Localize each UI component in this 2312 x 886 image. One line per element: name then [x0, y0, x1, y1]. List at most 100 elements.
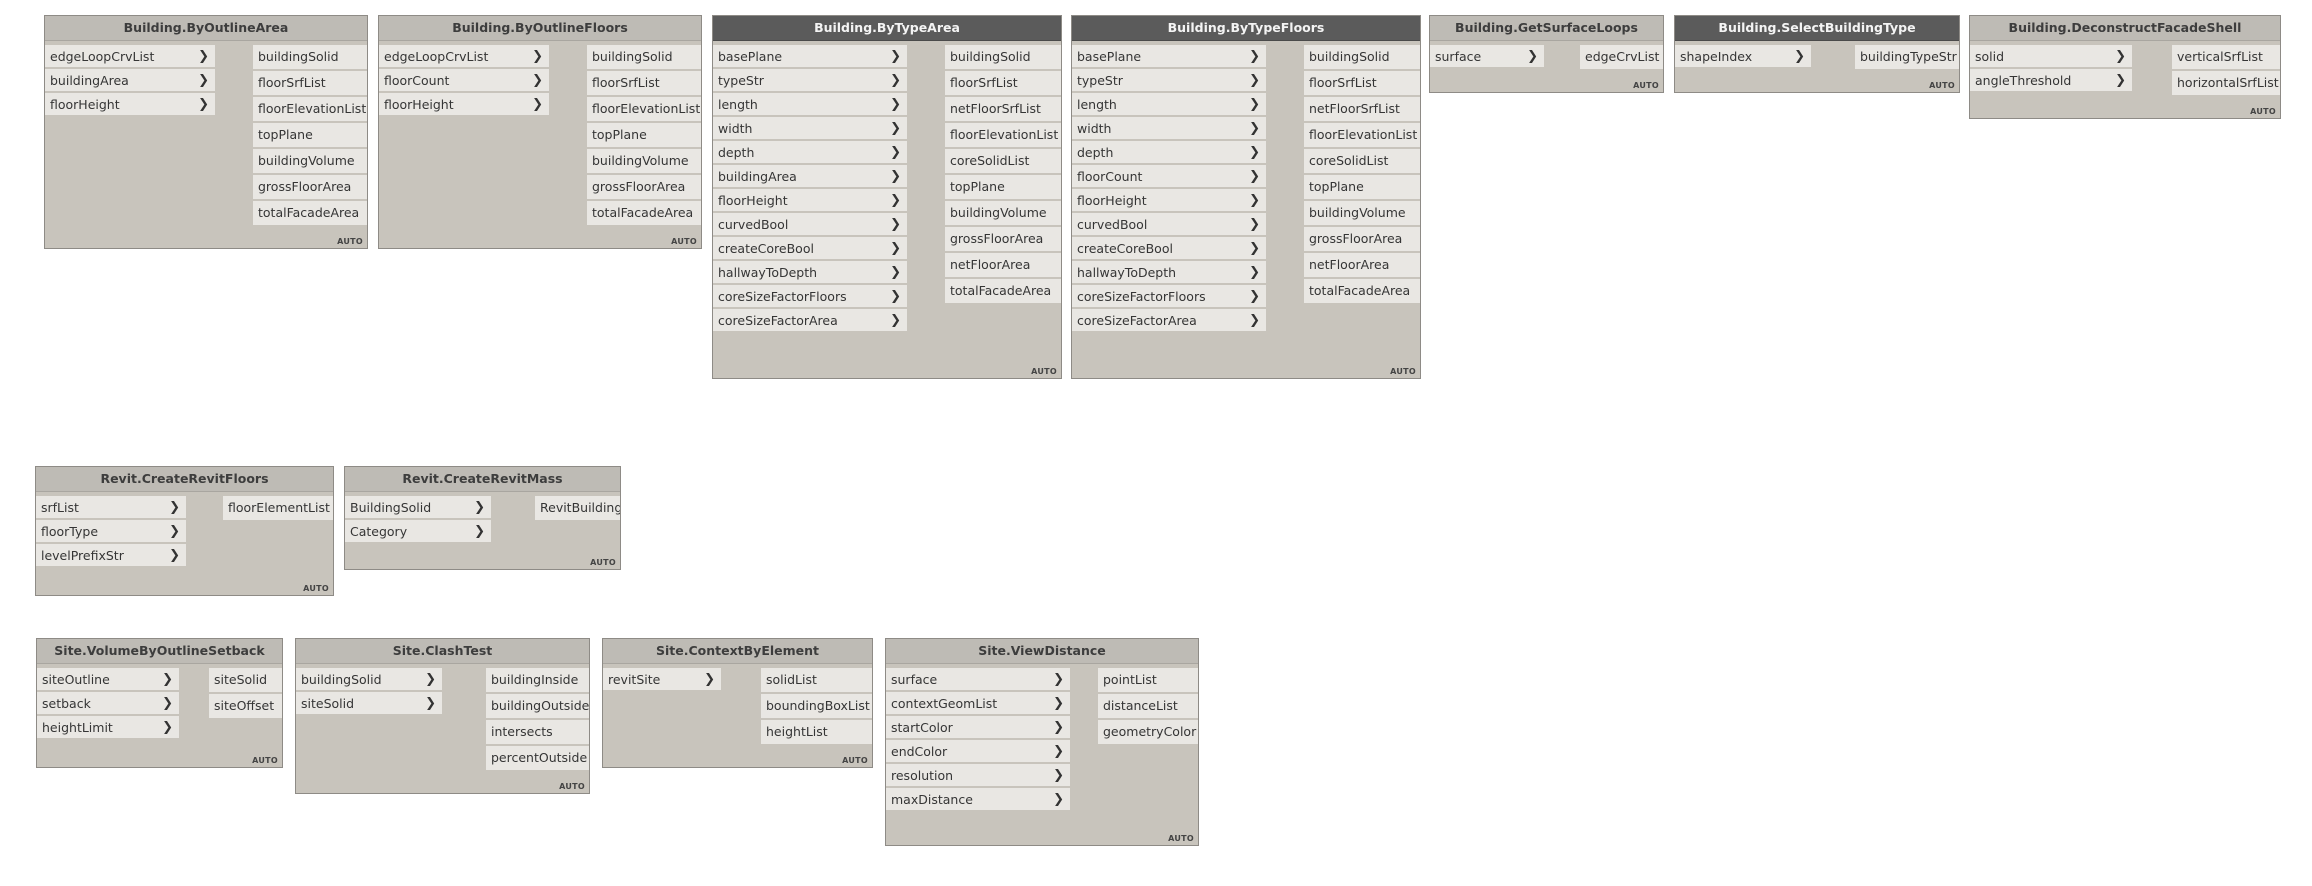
lacing-auto-label[interactable]: AUTO	[1929, 81, 1955, 90]
output-port-core-solid-list[interactable]: coreSolidList	[1304, 149, 1420, 175]
output-port-gross-floor-area[interactable]: grossFloorArea	[587, 175, 701, 201]
input-port-category[interactable]: Category ❯	[345, 520, 491, 544]
input-port-edge-loop-crv-list[interactable]: edgeLoopCrvList ❯	[379, 45, 549, 69]
input-port-building-area[interactable]: buildingArea ❯	[45, 69, 215, 93]
lacing-auto-label[interactable]: AUTO	[1031, 367, 1057, 376]
output-port-building-outside[interactable]: buildingOutside	[486, 694, 589, 720]
output-port-building-volume[interactable]: buildingVolume	[587, 149, 701, 175]
input-port-site-solid[interactable]: siteSolid ❯	[296, 692, 442, 716]
input-port-setback[interactable]: setback ❯	[37, 692, 179, 716]
input-port-surface[interactable]: surface ❯	[1430, 45, 1544, 69]
output-port-floor-srf-list[interactable]: floorSrfList	[1304, 71, 1420, 97]
output-port-floor-elevation-list[interactable]: floorElevationList	[253, 97, 367, 123]
output-port-gross-floor-area[interactable]: grossFloorArea	[1304, 227, 1420, 253]
lacing-auto-label[interactable]: AUTO	[2250, 107, 2276, 116]
output-port-solid-list[interactable]: solidList	[761, 668, 872, 694]
output-port-intersects[interactable]: intersects	[486, 720, 589, 746]
output-port-top-plane[interactable]: topPlane	[1304, 175, 1420, 201]
node-title[interactable]: Building.GetSurfaceLoops	[1430, 16, 1663, 41]
output-port-floor-elevation-list[interactable]: floorElevationList	[587, 97, 701, 123]
graph-canvas[interactable]: Building.ByOutlineArea edgeLoopCrvList ❯ bu…	[0, 0, 2312, 886]
input-port-length[interactable]: length ❯	[713, 93, 907, 117]
output-port-total-facade-area[interactable]: totalFacadeArea	[1304, 279, 1420, 305]
input-port-width[interactable]: width ❯	[713, 117, 907, 141]
input-port-floor-type[interactable]: floorType ❯	[36, 520, 186, 544]
output-port-horizontal-srf-list[interactable]: horizontalSrfList	[2172, 71, 2280, 97]
node-title[interactable]: Building.ByOutlineFloors	[379, 16, 701, 41]
output-port-percent-outside[interactable]: percentOutside	[486, 746, 589, 772]
output-port-net-floor-area[interactable]: netFloorArea	[945, 253, 1061, 279]
node-site-context-by-element[interactable]: Site.ContextByElement revitSite ❯ solidList…	[602, 638, 873, 768]
input-port-floor-height[interactable]: floorHeight ❯	[379, 93, 549, 117]
node-building-deconstruct-facade-shell[interactable]: Building.DeconstructFacadeShell solid ❯ ang…	[1969, 15, 2281, 119]
node-title[interactable]: Revit.CreateRevitFloors	[36, 467, 333, 492]
output-port-building-inside[interactable]: buildingInside	[486, 668, 589, 694]
input-port-depth[interactable]: depth ❯	[713, 141, 907, 165]
output-port-geometry-color[interactable]: geometryColor	[1098, 720, 1198, 746]
input-port-building-area[interactable]: buildingArea ❯	[713, 165, 907, 189]
output-port-floor-elevation-list[interactable]: floorElevationList	[1304, 123, 1420, 149]
lacing-auto-label[interactable]: AUTO	[337, 237, 363, 246]
node-title[interactable]: Building.DeconstructFacadeShell	[1970, 16, 2280, 41]
input-port-floor-count[interactable]: floorCount ❯	[379, 69, 549, 93]
input-port-revit-site[interactable]: revitSite ❯	[603, 668, 721, 692]
input-port-base-plane[interactable]: basePlane ❯	[1072, 45, 1266, 69]
input-port-site-outline[interactable]: siteOutline ❯	[37, 668, 179, 692]
input-port-curved-bool[interactable]: curvedBool ❯	[713, 213, 907, 237]
input-port-floor-count[interactable]: floorCount ❯	[1072, 165, 1266, 189]
input-port-resolution[interactable]: resolution ❯	[886, 764, 1070, 788]
input-port-surface[interactable]: surface ❯	[886, 668, 1070, 692]
input-port-floor-height[interactable]: floorHeight ❯	[713, 189, 907, 213]
input-port-srf-list[interactable]: srfList ❯	[36, 496, 186, 520]
output-port-height-list[interactable]: heightList	[761, 720, 872, 746]
output-port-total-facade-area[interactable]: totalFacadeArea	[945, 279, 1061, 305]
input-port-max-distance[interactable]: maxDistance ❯	[886, 788, 1070, 812]
input-port-hallway-to-depth[interactable]: hallwayToDepth ❯	[713, 261, 907, 285]
node-title[interactable]: Building.ByTypeArea	[713, 16, 1061, 41]
output-port-building-volume[interactable]: buildingVolume	[253, 149, 367, 175]
node-building-select-building-type[interactable]: Building.SelectBuildingType shapeIndex ❯ bu…	[1674, 15, 1960, 93]
node-site-view-distance[interactable]: Site.ViewDistance surface ❯ contextGeomList…	[885, 638, 1199, 846]
output-port-building-solid[interactable]: buildingSolid	[253, 45, 367, 71]
output-port-point-list[interactable]: pointList	[1098, 668, 1198, 694]
lacing-auto-label[interactable]: AUTO	[559, 782, 585, 791]
node-building-get-surface-loops[interactable]: Building.GetSurfaceLoops surface ❯ edgeCrvL…	[1429, 15, 1664, 93]
input-port-level-prefix-str[interactable]: levelPrefixStr ❯	[36, 544, 186, 568]
output-port-revit-building[interactable]: RevitBuilding	[535, 496, 620, 522]
node-revit-create-revit-floors[interactable]: Revit.CreateRevitFloors srfList ❯ floorType…	[35, 466, 334, 596]
input-port-core-size-factor-area[interactable]: coreSizeFactorArea ❯	[713, 309, 907, 333]
input-port-core-size-factor-floors[interactable]: coreSizeFactorFloors ❯	[713, 285, 907, 309]
input-port-type-str[interactable]: typeStr ❯	[713, 69, 907, 93]
lacing-auto-label[interactable]: AUTO	[303, 584, 329, 593]
node-title[interactable]: Building.ByOutlineArea	[45, 16, 367, 41]
output-port-net-floor-srf-list[interactable]: netFloorSrfList	[1304, 97, 1420, 123]
node-title[interactable]: Site.ViewDistance	[886, 639, 1198, 664]
node-site-volume-by-outline-setback[interactable]: Site.VolumeByOutlineSetback siteOutline ❯ s…	[36, 638, 283, 768]
input-port-height-limit[interactable]: heightLimit ❯	[37, 716, 179, 740]
lacing-auto-label[interactable]: AUTO	[1633, 81, 1659, 90]
input-port-type-str[interactable]: typeStr ❯	[1072, 69, 1266, 93]
input-port-angle-threshold[interactable]: angleThreshold ❯	[1970, 69, 2132, 93]
node-title[interactable]: Site.VolumeByOutlineSetback	[37, 639, 282, 664]
output-port-floor-elevation-list[interactable]: floorElevationList	[945, 123, 1061, 149]
input-port-core-size-factor-floors[interactable]: coreSizeFactorFloors ❯	[1072, 285, 1266, 309]
node-site-clash-test[interactable]: Site.ClashTest buildingSolid ❯ siteSolid ❯ bu…	[295, 638, 590, 794]
node-title[interactable]: Building.SelectBuildingType	[1675, 16, 1959, 41]
node-title[interactable]: Site.ClashTest	[296, 639, 589, 664]
lacing-auto-label[interactable]: AUTO	[1390, 367, 1416, 376]
output-port-top-plane[interactable]: topPlane	[587, 123, 701, 149]
input-port-solid[interactable]: solid ❯	[1970, 45, 2132, 69]
lacing-auto-label[interactable]: AUTO	[1168, 834, 1194, 843]
input-port-depth[interactable]: depth ❯	[1072, 141, 1266, 165]
input-port-building-solid[interactable]: buildingSolid ❯	[296, 668, 442, 692]
output-port-core-solid-list[interactable]: coreSolidList	[945, 149, 1061, 175]
input-port-floor-height[interactable]: floorHeight ❯	[1072, 189, 1266, 213]
node-building-by-outline-area[interactable]: Building.ByOutlineArea edgeLoopCrvList ❯ bu…	[44, 15, 368, 249]
output-port-total-facade-area[interactable]: totalFacadeArea	[253, 201, 367, 227]
input-port-building-solid[interactable]: BuildingSolid ❯	[345, 496, 491, 520]
output-port-floor-element-list[interactable]: floorElementList	[223, 496, 333, 522]
input-port-start-color[interactable]: startColor ❯	[886, 716, 1070, 740]
output-port-distance-list[interactable]: distanceList	[1098, 694, 1198, 720]
node-title[interactable]: Site.ContextByElement	[603, 639, 872, 664]
node-revit-create-revit-mass[interactable]: Revit.CreateRevitMass BuildingSolid ❯ Categ…	[344, 466, 621, 570]
